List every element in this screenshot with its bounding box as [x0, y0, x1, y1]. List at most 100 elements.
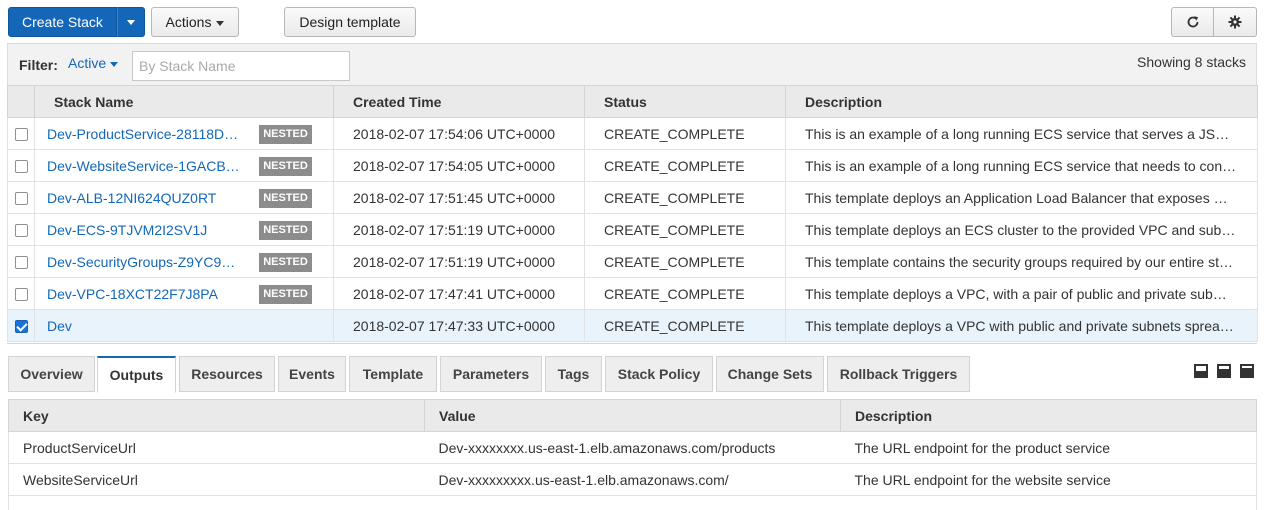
toolbar-icon-group: [1171, 7, 1257, 37]
tab-parameters[interactable]: Parameters: [440, 356, 542, 392]
refresh-button[interactable]: [1171, 7, 1214, 37]
tab-tags[interactable]: Tags: [545, 356, 602, 392]
panel-size-controls: [1194, 364, 1254, 378]
stack-row[interactable]: Dev-ProductService-28118D… NESTED 2018-02…: [7, 117, 1258, 150]
create-stack-button[interactable]: Create Stack: [8, 7, 117, 37]
row-select-cell: [7, 277, 35, 310]
actions-label: Actions: [165, 14, 212, 30]
design-template-button[interactable]: Design template: [284, 7, 416, 37]
filter-bar: Filter: Active Showing 8 stacks: [7, 43, 1257, 85]
created-time-cell: 2018-02-07 17:47:33 UTC+0000: [333, 309, 585, 342]
stack-name-cell: Dev-ALB-12NI624QUZ0RT NESTED: [34, 181, 334, 214]
stacks-table: Stack Name Created Time Status Descripti…: [7, 85, 1258, 342]
stack-row[interactable]: Dev-WebsiteService-1GACB… NESTED 2018-02-…: [7, 149, 1258, 182]
panel-full-icon[interactable]: [1240, 364, 1254, 378]
column-header-status[interactable]: Status: [584, 85, 786, 118]
refresh-icon: [1187, 16, 1198, 28]
stack-row[interactable]: Dev-ECS-9TJVM2I2SV1J NESTED 2018-02-07 17…: [7, 213, 1258, 246]
nested-badge: NESTED: [259, 285, 312, 304]
create-stack-split-button: Create Stack: [8, 7, 145, 37]
output-description-cell: The URL endpoint for the website service: [840, 463, 1257, 496]
description-cell: This template deploys a VPC, with a pair…: [785, 277, 1258, 310]
row-checkbox[interactable]: [14, 256, 28, 270]
tab-events[interactable]: Events: [278, 356, 346, 392]
created-time-cell: 2018-02-07 17:51:19 UTC+0000: [333, 213, 585, 246]
stack-name-cell: Dev-VPC-18XCT22F7J8PA NESTED: [34, 277, 334, 310]
row-checkbox[interactable]: [14, 160, 28, 174]
description-cell: This template deploys a VPC with public …: [785, 309, 1258, 342]
outputs-table: Key Value Description ProductServiceUrl …: [8, 399, 1257, 510]
stack-name-search-input[interactable]: [132, 51, 350, 81]
stack-row[interactable]: Dev-SecurityGroups-Z9YC9G… NESTED 2018-02…: [7, 245, 1258, 278]
stack-row[interactable]: Dev-VPC-18XCT22F7J8PA NESTED 2018-02-07 1…: [7, 277, 1258, 310]
select-column-header: [7, 85, 35, 118]
panel-small-icon[interactable]: [1194, 364, 1208, 378]
row-select-cell: [7, 149, 35, 182]
outputs-table-header: Key Value Description: [8, 399, 1257, 432]
tab-outputs[interactable]: Outputs: [97, 356, 176, 393]
status-cell: CREATE_COMPLETE: [584, 245, 786, 278]
nested-badge: NESTED: [259, 253, 312, 272]
row-select-cell: [7, 309, 35, 342]
stack-name-link[interactable]: Dev-ALB-12NI624QUZ0RT: [47, 190, 216, 206]
status-cell: CREATE_COMPLETE: [584, 149, 786, 182]
stack-name-cell: Dev-WebsiteService-1GACB… NESTED: [34, 149, 334, 182]
output-description-cell: The URL endpoint for the product service: [840, 431, 1257, 464]
stack-name-cell: Dev-ECS-9TJVM2I2SV1J NESTED: [34, 213, 334, 246]
row-checkbox[interactable]: [14, 192, 28, 206]
stack-row[interactable]: Dev-ALB-12NI624QUZ0RT NESTED 2018-02-07 1…: [7, 181, 1258, 214]
nested-badge: NESTED: [259, 157, 312, 176]
tab-overview[interactable]: Overview: [8, 356, 95, 392]
gear-icon: [1228, 15, 1242, 29]
output-key-cell: WebsiteServiceUrl: [8, 463, 425, 496]
actions-button[interactable]: Actions: [151, 7, 239, 37]
tab-rollback-triggers[interactable]: Rollback Triggers: [827, 356, 970, 392]
stack-name-link[interactable]: Dev: [47, 318, 72, 334]
stack-name-cell: Dev: [34, 309, 334, 342]
column-header-stack-name[interactable]: Stack Name: [34, 85, 334, 118]
description-cell: This template deploys an Application Loa…: [785, 181, 1258, 214]
stack-name-link[interactable]: Dev-WebsiteService-1GACB…: [47, 158, 240, 174]
output-row: WebsiteServiceUrl Dev-xxxxxxxxx.us-east-…: [8, 463, 1257, 496]
created-time-cell: 2018-02-07 17:51:19 UTC+0000: [333, 245, 585, 278]
tab-resources[interactable]: Resources: [179, 356, 275, 392]
row-checkbox-checked[interactable]: [14, 320, 28, 334]
outputs-spacer-row: [8, 495, 1257, 510]
description-cell: This template deploys an ECS cluster to …: [785, 213, 1258, 246]
created-time-cell: 2018-02-07 17:54:06 UTC+0000: [333, 117, 585, 150]
tab-change-sets[interactable]: Change Sets: [716, 356, 824, 392]
row-checkbox[interactable]: [14, 128, 28, 142]
column-header-value: Value: [424, 399, 841, 432]
row-checkbox[interactable]: [14, 288, 28, 302]
stack-name-link[interactable]: Dev-ECS-9TJVM2I2SV1J: [47, 222, 207, 238]
row-select-cell: [7, 213, 35, 246]
stack-name-link[interactable]: Dev-VPC-18XCT22F7J8PA: [47, 286, 218, 302]
row-select-cell: [7, 181, 35, 214]
created-time-cell: 2018-02-07 17:51:45 UTC+0000: [333, 181, 585, 214]
row-checkbox[interactable]: [14, 224, 28, 238]
settings-button[interactable]: [1214, 7, 1257, 37]
created-time-cell: 2018-02-07 17:54:05 UTC+0000: [333, 149, 585, 182]
status-cell: CREATE_COMPLETE: [584, 213, 786, 246]
tab-stack-policy[interactable]: Stack Policy: [605, 356, 713, 392]
chevron-down-icon: [126, 19, 135, 25]
panel-medium-icon[interactable]: [1217, 364, 1231, 378]
nested-badge: NESTED: [259, 221, 312, 240]
column-header-created-time[interactable]: Created Time: [333, 85, 585, 118]
stack-row-selected[interactable]: Dev 2018-02-07 17:47:33 UTC+0000 CREATE_…: [7, 309, 1258, 342]
tab-template[interactable]: Template: [349, 356, 437, 392]
filter-status-label: Active: [68, 55, 107, 71]
column-header-description[interactable]: Description: [785, 85, 1258, 118]
create-stack-dropdown-toggle[interactable]: [116, 7, 145, 37]
row-select-cell: [7, 117, 35, 150]
detail-tabs: Overview Outputs Resources Events Templa…: [7, 343, 1257, 393]
status-cell: CREATE_COMPLETE: [584, 309, 786, 342]
stack-name-link[interactable]: Dev-ProductService-28118D…: [47, 126, 238, 142]
stack-name-link[interactable]: Dev-SecurityGroups-Z9YC9G…: [47, 254, 245, 270]
row-select-cell: [7, 245, 35, 278]
filter-status-dropdown[interactable]: Active: [68, 55, 119, 71]
spacer-cell: [425, 496, 841, 510]
description-cell: This template contains the security grou…: [785, 245, 1258, 278]
spacer-cell: [8, 495, 425, 510]
nested-badge: NESTED: [259, 189, 312, 208]
